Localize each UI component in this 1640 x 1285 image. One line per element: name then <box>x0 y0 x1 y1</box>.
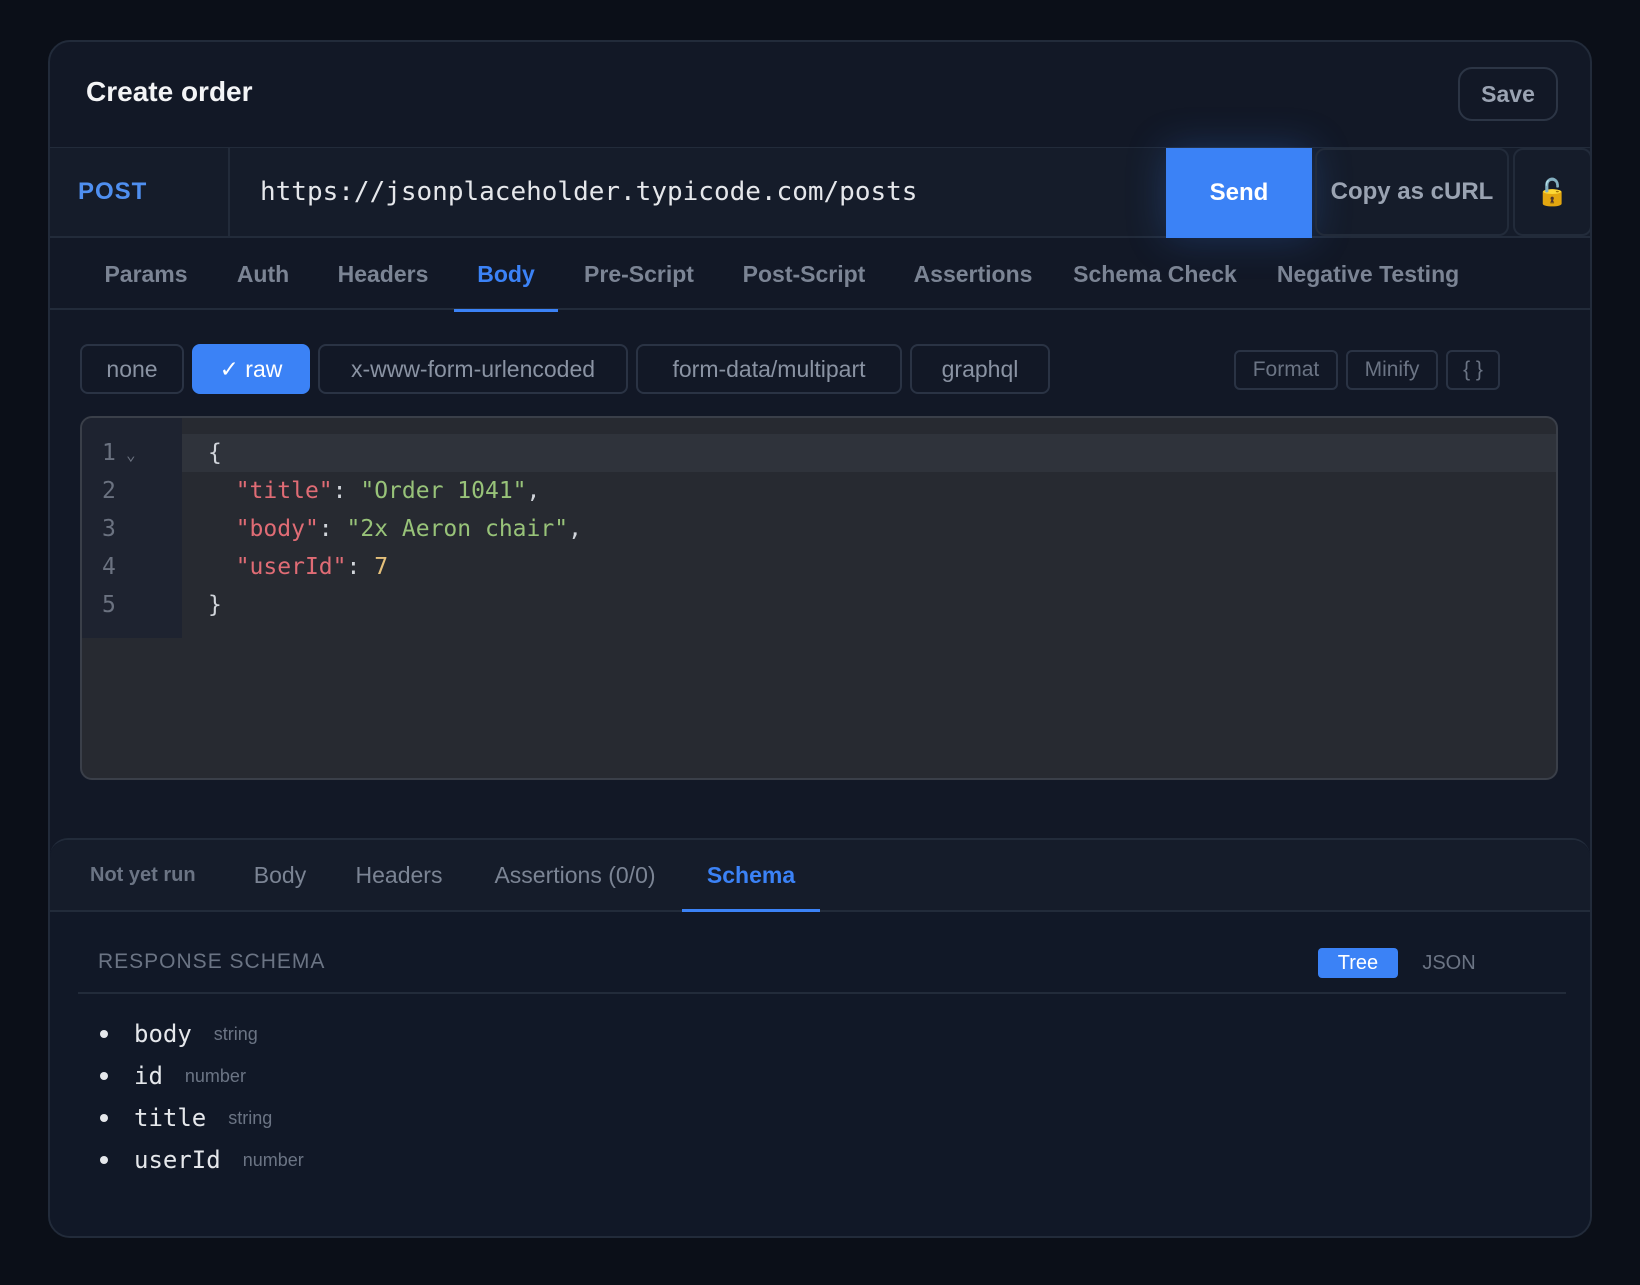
schema-label: RESPONSE SCHEMA <box>98 950 326 973</box>
lock-icon[interactable]: 🔓 <box>1513 148 1590 236</box>
method-select[interactable]: POST <box>50 148 230 236</box>
url-input[interactable]: https://jsonplaceholder.typicode.com/pos… <box>232 148 1132 236</box>
run-status: Not yet run <box>90 863 196 886</box>
body-type-urlencoded[interactable]: x-www-form-urlencoded <box>318 344 628 394</box>
body-type-none[interactable]: none <box>80 344 184 394</box>
panel-header: Create order Save <box>50 42 1590 148</box>
tab-schema-check[interactable]: Schema Check <box>1060 238 1250 310</box>
view-json-toggle[interactable]: JSON <box>1414 948 1484 978</box>
bullet-icon <box>100 1156 108 1164</box>
copy-curl-button[interactable]: Copy as cURL <box>1315 148 1509 236</box>
line-number: 1 <box>102 440 116 466</box>
url-bar: POST https://jsonplaceholder.typicode.co… <box>50 148 1590 238</box>
code-line: 5 } <box>82 586 1556 624</box>
response-tab-headers[interactable]: Headers <box>344 840 454 910</box>
schema-header: RESPONSE SCHEMA Tree JSON <box>78 940 1566 994</box>
response-tabs: Not yet run Body Headers Assertions (0/0… <box>50 840 1590 912</box>
body-type-raw[interactable]: ✓ raw <box>192 344 310 394</box>
code-line: 4 "userId": 7 <box>82 548 1556 586</box>
body-type-form-data[interactable]: form-data/multipart <box>636 344 902 394</box>
field-type: number <box>184 1065 246 1086</box>
line-number: 3 <box>102 516 116 542</box>
code-line: 1 ⌄ { <box>82 434 1556 472</box>
code-text: { <box>208 440 222 466</box>
line-number: 5 <box>102 592 116 618</box>
response-tab-schema[interactable]: Schema <box>682 840 820 912</box>
save-button[interactable]: Save <box>1458 67 1558 121</box>
braces-icon[interactable]: { } <box>1446 350 1500 390</box>
request-tabs: Params Auth Headers Body Pre-Script Post… <box>50 238 1590 312</box>
tab-post-script[interactable]: Post-Script <box>726 238 882 310</box>
code-text: } <box>208 592 222 618</box>
field-name: userId <box>134 1146 221 1174</box>
code-editor[interactable]: 1 ⌄ { 2 "title": "Order 1041", 3 "body":… <box>80 416 1558 780</box>
field-name: body <box>134 1020 192 1048</box>
response-section: Not yet run Body Headers Assertions (0/0… <box>50 838 1590 1236</box>
bullet-icon <box>100 1114 108 1122</box>
response-tab-assertions[interactable]: Assertions (0/0) <box>480 840 670 910</box>
bullet-icon <box>100 1072 108 1080</box>
tab-pre-script[interactable]: Pre-Script <box>564 238 714 310</box>
tab-auth[interactable]: Auth <box>218 238 308 310</box>
tab-assertions[interactable]: Assertions <box>894 238 1052 310</box>
field-name: title <box>134 1104 207 1132</box>
schema-field: title string <box>100 1098 272 1138</box>
field-type: number <box>242 1149 304 1170</box>
body-type-graphql[interactable]: graphql <box>910 344 1050 394</box>
line-number: 4 <box>102 554 116 580</box>
request-title: Create order <box>86 76 253 107</box>
tab-params[interactable]: Params <box>82 238 210 310</box>
fold-chevron-icon[interactable]: ⌄ <box>126 436 136 474</box>
field-type: string <box>213 1023 258 1044</box>
minify-button[interactable]: Minify <box>1346 350 1438 390</box>
format-button[interactable]: Format <box>1234 350 1338 390</box>
schema-field: id number <box>100 1056 246 1096</box>
tab-headers[interactable]: Headers <box>318 238 448 310</box>
view-tree-toggle[interactable]: Tree <box>1318 948 1398 978</box>
schema-field: userId number <box>100 1140 304 1180</box>
code-line: 3 "body": "2x Aeron chair", <box>82 510 1556 548</box>
field-name: id <box>134 1062 163 1090</box>
schema-field: body string <box>100 1014 258 1054</box>
code-line: 2 "title": "Order 1041", <box>82 472 1556 510</box>
send-button[interactable]: Send <box>1166 148 1312 238</box>
line-number: 2 <box>102 478 116 504</box>
response-tab-body[interactable]: Body <box>240 840 320 910</box>
tab-negative-testing[interactable]: Negative Testing <box>1262 238 1474 310</box>
field-type: string <box>228 1107 273 1128</box>
bullet-icon <box>100 1030 108 1038</box>
tab-body[interactable]: Body <box>454 238 558 312</box>
code-text: "body": "2x Aeron chair", <box>235 516 582 542</box>
code-text: "userId": 7 <box>235 554 389 580</box>
request-panel: Create order Save POST https://jsonplace… <box>48 40 1592 1238</box>
code-text: "title": "Order 1041", <box>235 478 541 504</box>
